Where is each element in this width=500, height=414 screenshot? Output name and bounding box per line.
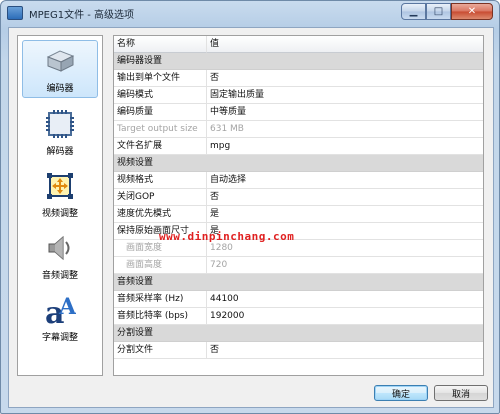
property-name: 画面高度 bbox=[114, 257, 207, 274]
property-name: 关闭GOP bbox=[114, 189, 207, 206]
grid-property-row[interactable]: 音频采样率 (Hz) 44100 bbox=[114, 291, 483, 308]
property-name: 文件名扩展 bbox=[114, 138, 207, 155]
app-icon bbox=[7, 6, 23, 20]
property-value[interactable]: 中等质量 bbox=[207, 104, 483, 121]
subtitle-adjust-icon: a A bbox=[45, 294, 76, 326]
property-name: 分割文件 bbox=[114, 342, 207, 359]
watermark-text: www.dinpinchang.com bbox=[159, 230, 295, 243]
cancel-button[interactable]: 取消 bbox=[434, 385, 488, 401]
sidebar-item-label: 音频调整 bbox=[41, 271, 78, 281]
grid-property-row[interactable]: 文件名扩展 mpg bbox=[114, 138, 483, 155]
grid-property-row[interactable]: Target output size 631 MB bbox=[114, 121, 483, 138]
grid-property-row[interactable]: 速度优先模式是 bbox=[114, 206, 483, 223]
property-name: 音频采样率 (Hz) bbox=[114, 291, 207, 308]
property-grid: 名称 值 编码器设置 输出到单个文件否编码模式 固定输出质量 编码质量 中等质量 Targ… bbox=[113, 35, 484, 376]
property-name: 速度优先模式 bbox=[114, 206, 207, 223]
property-name: 输出到单个文件 bbox=[114, 70, 207, 87]
window-title: MPEG1文件 - 高级选项 bbox=[29, 9, 135, 21]
minimize-button[interactable]: ▁ bbox=[401, 3, 426, 20]
sidebar-item-audio-adjust[interactable]: 音频调整 bbox=[22, 226, 98, 284]
sidebar-item-label: 视频调整 bbox=[41, 209, 78, 219]
property-value[interactable]: 固定输出质量 bbox=[207, 87, 483, 104]
grid-property-row[interactable]: 输出到单个文件否 bbox=[114, 70, 483, 87]
grid-property-row[interactable]: 关闭GOP 否 bbox=[114, 189, 483, 206]
grid-property-row[interactable]: 音频比特率 (bps) 192000 bbox=[114, 308, 483, 325]
sidebar-item-decoder[interactable]: 解码器 bbox=[22, 102, 98, 160]
sidebar-item-encoder[interactable]: 编码器 bbox=[22, 40, 98, 98]
header-value[interactable]: 值 bbox=[207, 36, 483, 53]
sidebar-item-subtitle-adjust[interactable]: a A 字幕调整 bbox=[22, 288, 98, 346]
svg-text:A: A bbox=[58, 294, 76, 320]
property-name: 分割设置 bbox=[114, 325, 207, 342]
property-value[interactable]: 否 bbox=[207, 342, 483, 359]
property-value bbox=[207, 155, 483, 172]
encoder-icon bbox=[46, 50, 75, 72]
property-name: Target output size bbox=[114, 121, 207, 138]
audio-adjust-icon bbox=[48, 235, 70, 261]
grid-category-row[interactable]: 分割设置 bbox=[114, 325, 483, 342]
property-value[interactable]: mpg bbox=[207, 138, 483, 155]
property-value[interactable]: 是 bbox=[207, 206, 483, 223]
grid-property-row[interactable]: 视频格式 自动选择 bbox=[114, 172, 483, 189]
category-sidebar: 编码器 解码器 视频调整 音频调整 a A 字幕调整 bbox=[17, 35, 103, 376]
ok-button[interactable]: 确定 bbox=[374, 385, 428, 401]
property-value[interactable]: 720 bbox=[207, 257, 483, 274]
property-value bbox=[207, 53, 483, 70]
sidebar-item-video-adjust[interactable]: 视频调整 bbox=[22, 164, 98, 222]
property-value[interactable]: 否 bbox=[207, 189, 483, 206]
property-name: 编码模式 bbox=[114, 87, 207, 104]
maximize-icon: □ bbox=[433, 6, 444, 17]
property-name: 视频格式 bbox=[114, 172, 207, 189]
grid-header: 名称 值 bbox=[114, 36, 483, 53]
property-value[interactable]: 192000 bbox=[207, 308, 483, 325]
property-value[interactable]: 自动选择 bbox=[207, 172, 483, 189]
maximize-button[interactable]: □ bbox=[426, 3, 451, 20]
property-value bbox=[207, 325, 483, 342]
header-name[interactable]: 名称 bbox=[114, 36, 207, 53]
grid-property-row[interactable]: 编码质量 中等质量 bbox=[114, 104, 483, 121]
close-icon: ✕ bbox=[467, 6, 477, 17]
property-name: 视频设置 bbox=[114, 155, 207, 172]
grid-property-row[interactable]: 画面高度 720 bbox=[114, 257, 483, 274]
window-controls: ▁ □ ✕ bbox=[401, 3, 493, 20]
sidebar-item-label: 编码器 bbox=[46, 84, 74, 94]
dialog-window: MPEG1文件 - 高级选项 ▁ □ ✕ 编码器 解码器 视频调整 音频调整 a… bbox=[0, 0, 500, 414]
grid-category-row[interactable]: 编码器设置 bbox=[114, 53, 483, 70]
property-name: 编码质量 bbox=[114, 104, 207, 121]
sidebar-item-label: 解码器 bbox=[46, 147, 74, 157]
property-value[interactable]: 44100 bbox=[207, 291, 483, 308]
grid-category-row[interactable]: 视频设置 bbox=[114, 155, 483, 172]
property-value[interactable]: 否 bbox=[207, 70, 483, 87]
minimize-icon: ▁ bbox=[409, 6, 418, 17]
sidebar-item-label: 字幕调整 bbox=[41, 333, 78, 343]
close-button[interactable]: ✕ bbox=[451, 3, 493, 20]
property-value bbox=[207, 274, 483, 291]
title-bar[interactable]: MPEG1文件 - 高级选项 ▁ □ ✕ bbox=[1, 1, 499, 25]
grid-property-row[interactable]: 分割文件否 bbox=[114, 342, 483, 359]
grid-category-row[interactable]: 音频设置 bbox=[114, 274, 483, 291]
decoder-icon bbox=[46, 110, 74, 138]
video-adjust-icon bbox=[47, 173, 73, 199]
property-name: 编码器设置 bbox=[114, 53, 207, 70]
property-value[interactable]: 631 MB bbox=[207, 121, 483, 138]
grid-property-row[interactable]: 编码模式 固定输出质量 bbox=[114, 87, 483, 104]
dialog-content: 编码器 解码器 视频调整 音频调整 a A 字幕调整 名称 值 编码器设置 输出… bbox=[8, 27, 494, 408]
property-name: 音频比特率 (bps) bbox=[114, 308, 207, 325]
property-name: 音频设置 bbox=[114, 274, 207, 291]
